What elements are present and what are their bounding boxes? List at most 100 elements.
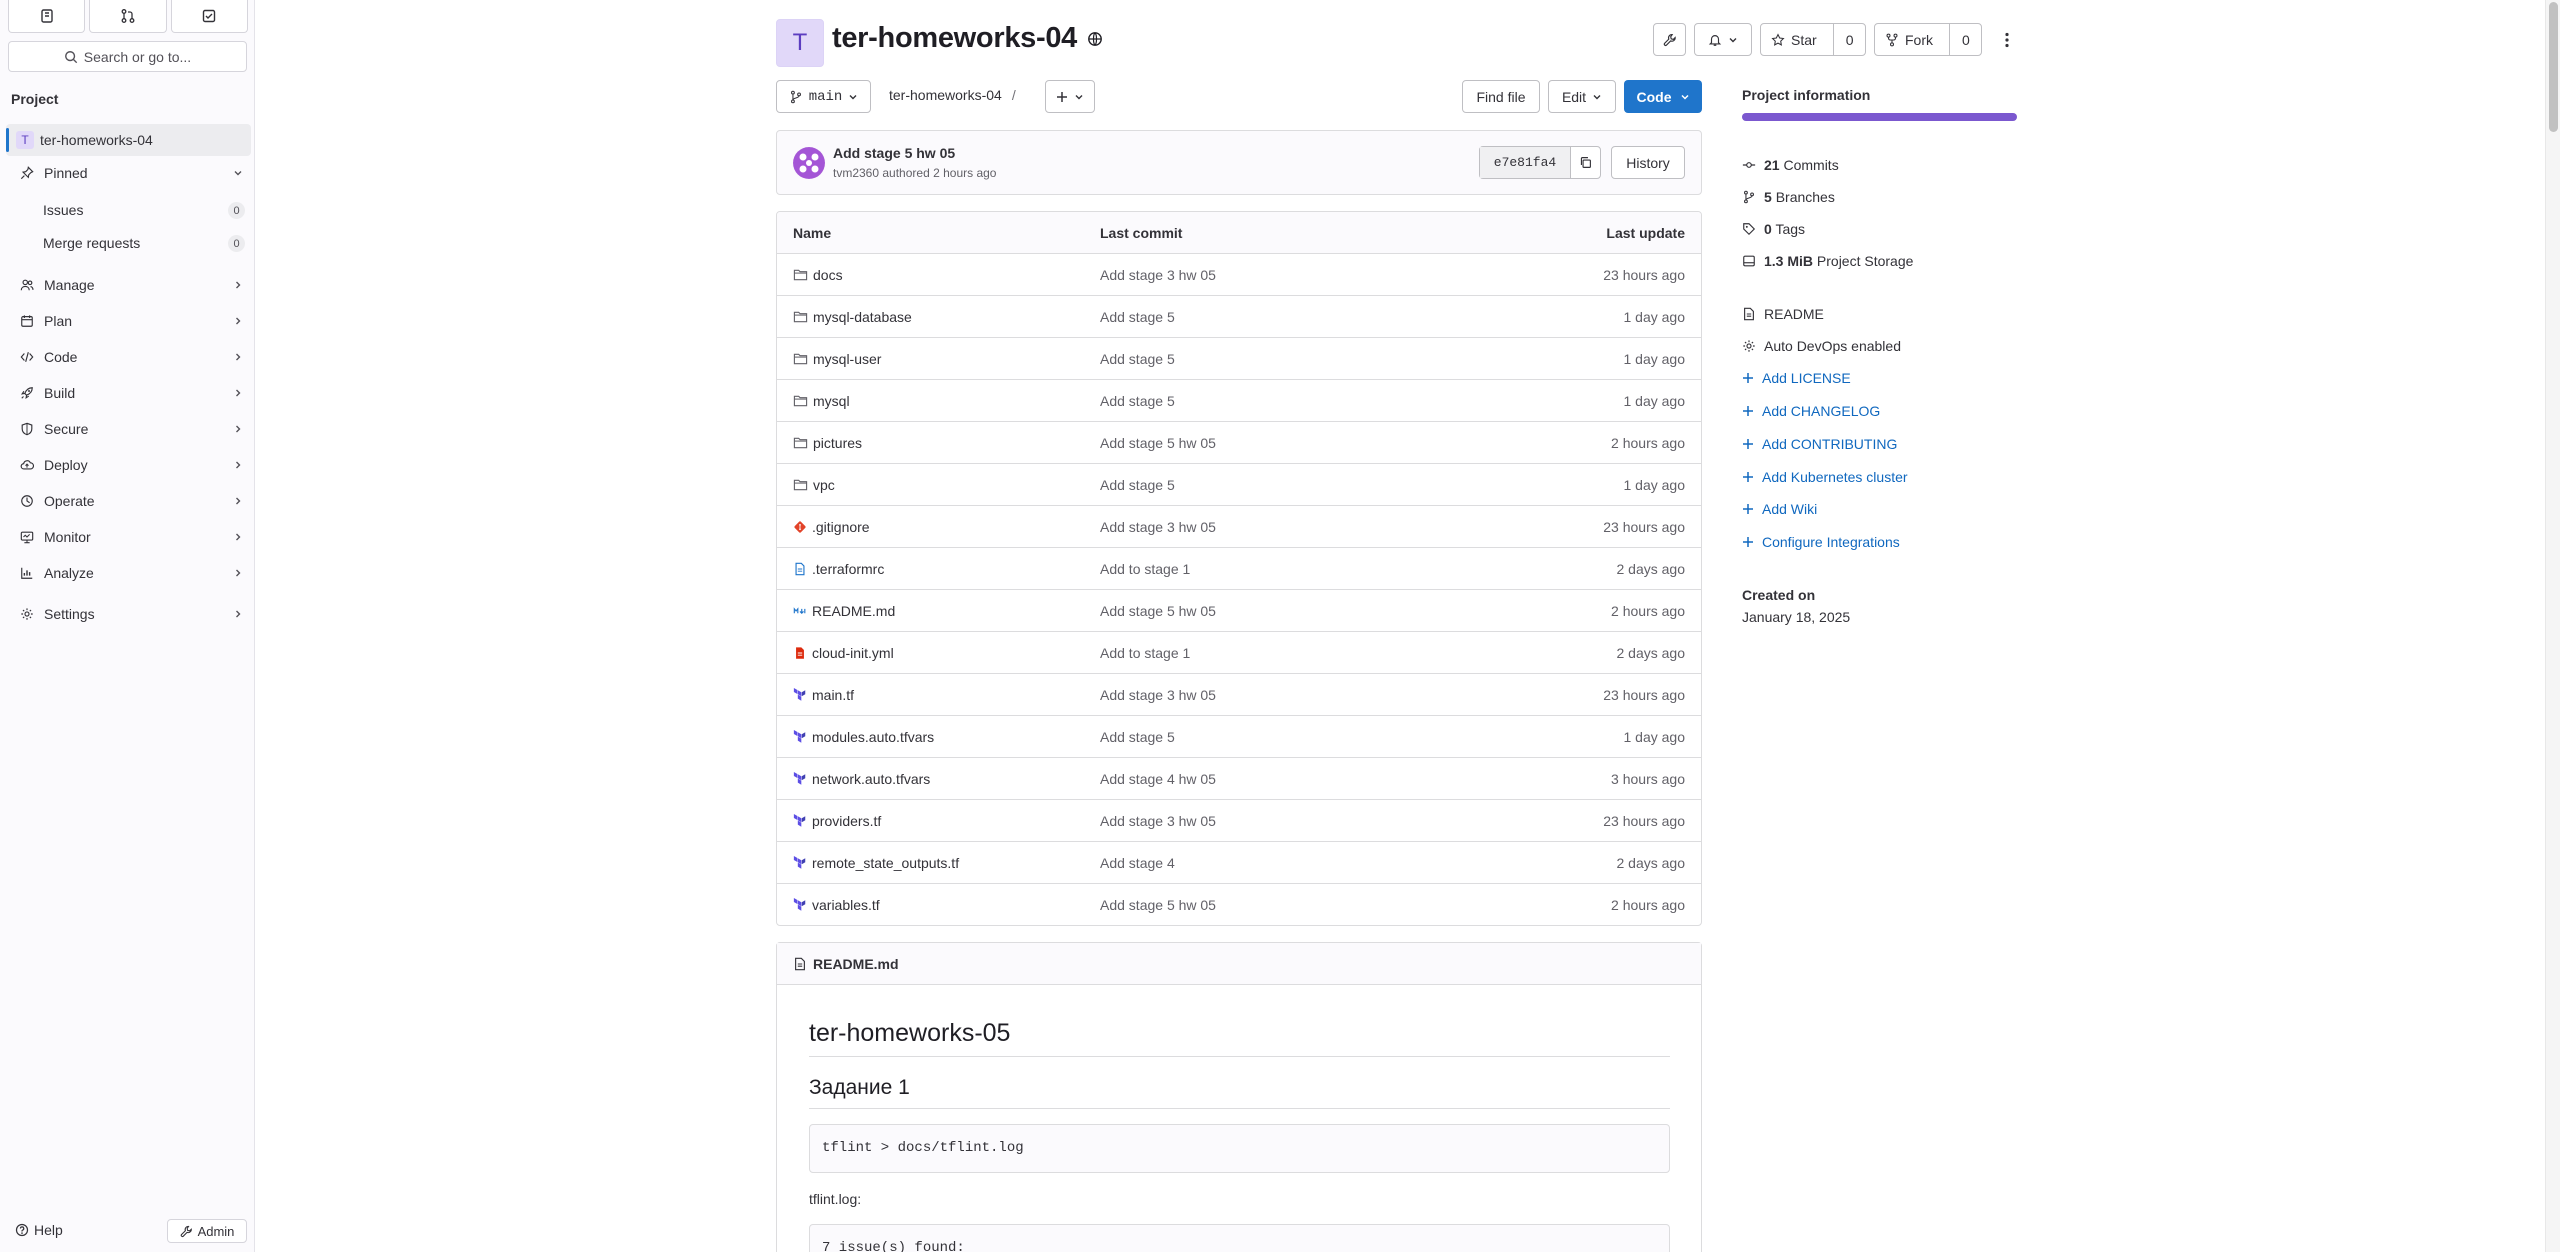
file-name-link[interactable]: README.md	[812, 603, 895, 619]
last-commit-link[interactable]: Add stage 5 hw 05	[1100, 435, 1216, 451]
configure-integrations-link[interactable]: Configure Integrations	[1742, 534, 1900, 550]
readme-filename-link[interactable]: README.md	[813, 956, 899, 972]
notifications-dropdown[interactable]	[1694, 23, 1752, 56]
sidebar-item-pinned[interactable]: Pinned	[6, 157, 251, 189]
table-row[interactable]: vpc Add stage 5 1 day ago	[777, 464, 1701, 506]
sidebar-item-deploy[interactable]: Deploy	[6, 449, 251, 481]
help-link[interactable]: Help	[15, 1222, 63, 1238]
last-commit-link[interactable]: Add stage 3 hw 05	[1100, 519, 1216, 535]
fork-button[interactable]: Fork	[1875, 32, 1943, 48]
last-commit-link[interactable]: Add stage 5	[1100, 393, 1175, 409]
copy-sha-button[interactable]	[1570, 147, 1600, 178]
table-row[interactable]: cloud-init.yml Add to stage 1 2 days ago	[777, 632, 1701, 674]
star-count[interactable]: 0	[1832, 24, 1866, 55]
auto-devops-link[interactable]: Auto DevOps enabled	[1742, 338, 1901, 354]
file-name-link[interactable]: .terraformrc	[812, 561, 884, 577]
last-commit-link[interactable]: Add stage 3 hw 05	[1100, 267, 1216, 283]
file-name-link[interactable]: mysql-database	[813, 309, 912, 325]
table-row[interactable]: providers.tf Add stage 3 hw 05 23 hours ag…	[777, 800, 1701, 842]
sidebar-item-secure[interactable]: Secure	[6, 413, 251, 445]
table-row[interactable]: network.auto.tfvars Add stage 4 hw 05 3 ho…	[777, 758, 1701, 800]
sidebar-item-operate[interactable]: Operate	[6, 485, 251, 517]
table-row[interactable]: main.tf Add stage 3 hw 05 23 hours ago	[777, 674, 1701, 716]
commits-link[interactable]: 21 Commits	[1742, 157, 1839, 173]
commit-title-link[interactable]: Add stage 5 hw 05	[833, 145, 955, 161]
sidebar-pinned-issues[interactable]: Issues 0	[6, 194, 251, 226]
file-name-link[interactable]: remote_state_outputs.tf	[812, 855, 959, 871]
table-row[interactable]: docs Add stage 3 hw 05 23 hours ago	[777, 254, 1701, 296]
table-row[interactable]: pictures Add stage 5 hw 05 2 hours ago	[777, 422, 1701, 464]
sidebar-item-manage[interactable]: Manage	[6, 269, 251, 301]
table-row[interactable]: modules.auto.tfvars Add stage 5 1 day ago	[777, 716, 1701, 758]
last-commit-link[interactable]: Add stage 5	[1100, 729, 1175, 745]
sidebar-item-monitor[interactable]: Monitor	[6, 521, 251, 553]
file-name-link[interactable]: network.auto.tfvars	[812, 771, 930, 787]
last-commit-link[interactable]: Add stage 4 hw 05	[1100, 771, 1216, 787]
code-dropdown-button[interactable]: Code	[1624, 80, 1702, 113]
breadcrumb-project-link[interactable]: ter-homeworks-04	[889, 87, 1002, 103]
page-scrollbar[interactable]	[2545, 0, 2560, 1252]
table-row[interactable]: remote_state_outputs.tf Add stage 4 2 days…	[777, 842, 1701, 884]
add-wiki-link[interactable]: Add Wiki	[1742, 501, 1817, 517]
search-button[interactable]: Search or go to...	[8, 41, 247, 72]
tags-link[interactable]: 0 Tags	[1742, 221, 1805, 237]
admin-wrench-button[interactable]	[1653, 23, 1686, 56]
storage-link[interactable]: 1.3 MiB Project Storage	[1742, 253, 1913, 269]
file-name-link[interactable]: .gitignore	[812, 519, 870, 535]
file-name-link[interactable]: pictures	[813, 435, 862, 451]
sidebar-pinned-merge-requests[interactable]: Merge requests 0	[6, 227, 251, 259]
scrollbar-thumb[interactable]	[2549, 2, 2558, 132]
add-changelog-link[interactable]: Add CHANGELOG	[1742, 403, 1880, 419]
file-name-link[interactable]: docs	[813, 267, 843, 283]
file-name-link[interactable]: variables.tf	[812, 897, 880, 913]
file-name-link[interactable]: modules.auto.tfvars	[812, 729, 934, 745]
last-commit-link[interactable]: Add to stage 1	[1100, 645, 1190, 661]
last-commit-link[interactable]: Add stage 5	[1100, 351, 1175, 367]
file-name-link[interactable]: cloud-init.yml	[812, 645, 894, 661]
add-dropdown[interactable]	[1045, 80, 1095, 113]
sidebar-item-code[interactable]: Code	[6, 341, 251, 373]
file-name-link[interactable]: mysql	[813, 393, 850, 409]
commit-sha[interactable]: e7e81fa4	[1480, 147, 1570, 178]
sidebar-item-project[interactable]: T ter-homeworks-04	[6, 124, 251, 156]
add-contributing-link[interactable]: Add CONTRIBUTING	[1742, 436, 1897, 452]
last-commit-link[interactable]: Add stage 3 hw 05	[1100, 813, 1216, 829]
add-kubernetes-cluster-link[interactable]: Add Kubernetes cluster	[1742, 469, 1908, 485]
table-row[interactable]: .gitignore Add stage 3 hw 05 23 hours ago	[777, 506, 1701, 548]
table-row[interactable]: .terraformrc Add to stage 1 2 days ago	[777, 548, 1701, 590]
more-actions-button[interactable]	[1997, 23, 2017, 56]
table-row[interactable]: mysql-user Add stage 5 1 day ago	[777, 338, 1701, 380]
find-file-button[interactable]: Find file	[1462, 80, 1540, 113]
last-commit-link[interactable]: Add stage 3 hw 05	[1100, 687, 1216, 703]
table-row[interactable]: variables.tf Add stage 5 hw 05 2 hours ago	[777, 884, 1701, 925]
file-name-link[interactable]: providers.tf	[812, 813, 881, 829]
sidebar-item-build[interactable]: Build	[6, 377, 251, 409]
commit-author-link[interactable]: tvm2360	[833, 166, 879, 180]
todo-shortcut-button[interactable]	[170, 0, 248, 33]
merge-requests-shortcut-button[interactable]	[89, 0, 167, 33]
file-name-link[interactable]: vpc	[813, 477, 835, 493]
add-license-link[interactable]: Add LICENSE	[1742, 370, 1851, 386]
table-row[interactable]: README.md Add stage 5 hw 05 2 hours ago	[777, 590, 1701, 632]
last-commit-link[interactable]: Add stage 5	[1100, 477, 1175, 493]
star-button[interactable]: Star	[1761, 32, 1827, 48]
file-name-link[interactable]: main.tf	[812, 687, 854, 703]
branch-selector[interactable]: main	[776, 80, 871, 113]
issues-shortcut-button[interactable]	[8, 0, 86, 33]
last-commit-link[interactable]: Add to stage 1	[1100, 561, 1190, 577]
last-commit-link[interactable]: Add stage 5 hw 05	[1100, 603, 1216, 619]
table-row[interactable]: mysql Add stage 5 1 day ago	[777, 380, 1701, 422]
last-commit-link[interactable]: Add stage 5 hw 05	[1100, 897, 1216, 913]
edit-dropdown[interactable]: Edit	[1548, 80, 1616, 113]
readme-link[interactable]: README	[1742, 306, 1824, 322]
table-row[interactable]: mysql-database Add stage 5 1 day ago	[777, 296, 1701, 338]
last-commit-link[interactable]: Add stage 5	[1100, 309, 1175, 325]
branches-link[interactable]: 5 Branches	[1742, 189, 1835, 205]
author-avatar[interactable]	[793, 147, 825, 179]
language-bar[interactable]	[1742, 113, 2017, 121]
star-button-group[interactable]: Star 0	[1760, 23, 1866, 56]
file-name-link[interactable]: mysql-user	[813, 351, 881, 367]
sidebar-item-analyze[interactable]: Analyze	[6, 557, 251, 589]
fork-count[interactable]: 0	[1949, 24, 1982, 55]
admin-button[interactable]: Admin	[167, 1219, 247, 1243]
